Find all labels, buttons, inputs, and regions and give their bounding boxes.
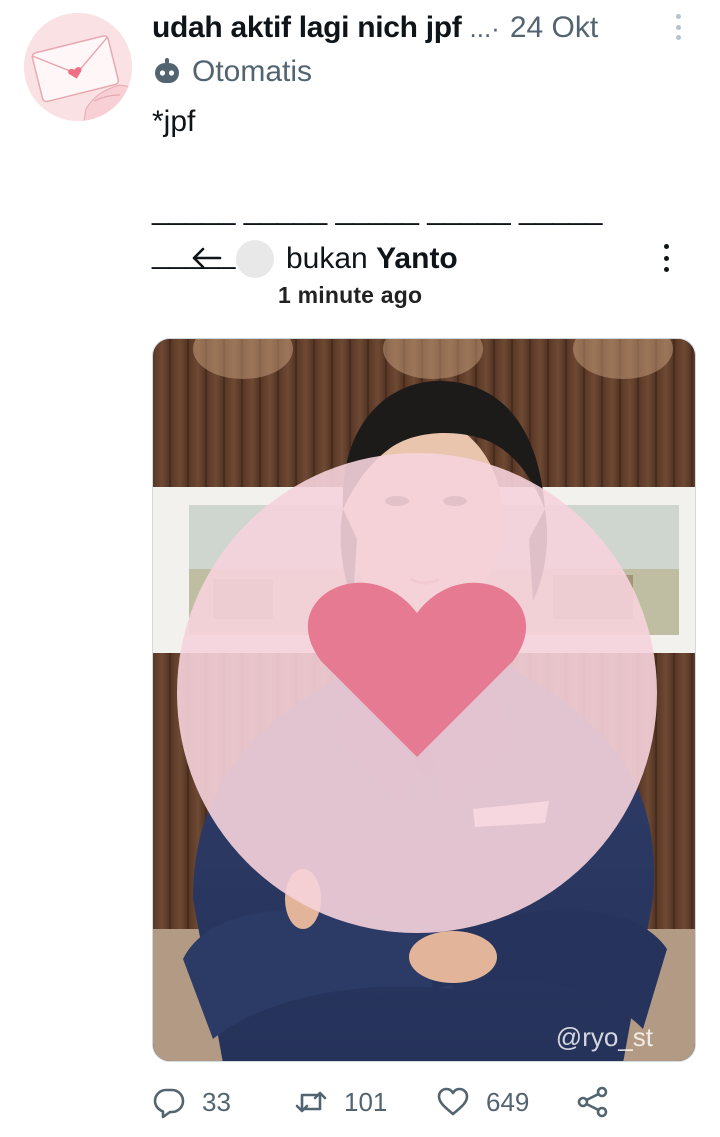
tweet-photo[interactable]: @ryo_st [152, 338, 696, 1062]
tweet-text-line: *jpf [152, 105, 196, 138]
back-arrow-icon[interactable] [188, 240, 224, 276]
quoted-author-name[interactable]: bukan Yanto [286, 240, 458, 278]
tweet-header: udah aktif lagi nich jpf ...· 24 Okt [152, 8, 700, 48]
reply-count: 33 [202, 1086, 231, 1117]
quoted-avatar[interactable] [236, 240, 274, 278]
watermark-badge-icon [177, 453, 657, 933]
quoted-more-icon[interactable] [662, 244, 670, 272]
heart-icon [437, 1087, 469, 1116]
reply-button[interactable]: 33 [152, 1082, 231, 1122]
like-count: 649 [486, 1086, 530, 1117]
retweet-count: 101 [344, 1086, 388, 1117]
profile-avatar[interactable] [24, 13, 132, 121]
bot-icon [155, 58, 179, 83]
tweet-date[interactable]: 24 Okt [510, 11, 598, 45]
quoted-author-bold: Yanto [376, 242, 458, 275]
share-button[interactable] [576, 1082, 610, 1122]
envelope-hand-illustration [24, 13, 132, 121]
quoted-timestamp: 1 minute ago [278, 282, 423, 308]
retweet-button[interactable]: 101 [294, 1082, 387, 1122]
header-separator: ...· [469, 12, 500, 43]
quoted-author-prefix: bukan [286, 242, 377, 275]
automated-label: Otomatis [192, 55, 313, 88]
more-options-icon[interactable] [668, 12, 688, 42]
retweet-icon [295, 1091, 327, 1113]
display-name[interactable]: udah aktif lagi nich jpf [152, 11, 462, 45]
tweet-text-line: _____ _____ _____ _____ _____ [152, 193, 603, 226]
like-button[interactable]: 649 [436, 1082, 529, 1122]
share-icon [577, 1086, 608, 1118]
automated-badge[interactable]: Otomatis [152, 53, 312, 91]
reply-icon [153, 1088, 185, 1119]
